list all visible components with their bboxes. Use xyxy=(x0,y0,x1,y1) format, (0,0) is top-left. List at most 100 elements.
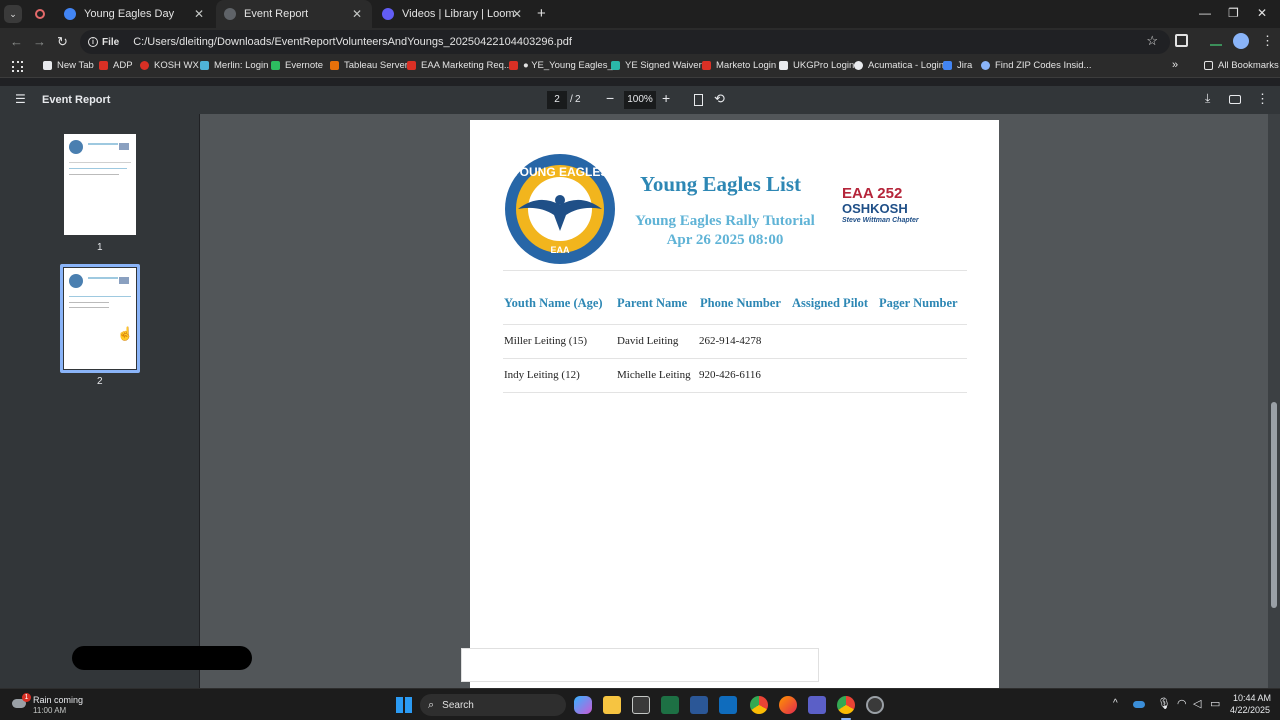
bookmark-icon xyxy=(509,61,518,70)
page-total: 2 xyxy=(575,94,581,105)
scrollbar-thumb[interactable] xyxy=(1271,402,1277,608)
tab-event-report[interactable]: Event Report ✕ xyxy=(216,0,372,28)
thumbnail-number: 2 xyxy=(97,376,103,387)
divider xyxy=(503,358,967,359)
thumbnail-line xyxy=(88,143,118,145)
site-info-chip[interactable]: i File xyxy=(88,37,119,48)
file-explorer-icon[interactable] xyxy=(603,696,621,714)
taskbar-search[interactable]: ⌕ Search xyxy=(420,694,566,716)
settings-gear-icon[interactable] xyxy=(866,696,884,714)
word-icon[interactable] xyxy=(690,696,708,714)
avatar[interactable] xyxy=(1233,33,1249,49)
bookmark-label: Merlin: Login xyxy=(214,60,269,71)
bookmark-item[interactable]: ● YE_Young Eagles_... xyxy=(509,60,621,71)
chrome-active-icon[interactable] xyxy=(837,696,855,714)
excel-icon[interactable] xyxy=(661,696,679,714)
column-header-pilot: Assigned Pilot xyxy=(792,296,869,310)
bookmark-icon xyxy=(407,61,416,70)
bookmark-item[interactable]: Jira xyxy=(943,60,972,71)
speaker-icon[interactable]: ◁ xyxy=(1193,697,1201,710)
tab-loom[interactable]: Videos | Library | Loom ✕ xyxy=(374,0,532,28)
tab-search-button[interactable]: ⌄ xyxy=(4,5,22,23)
fit-page-icon[interactable] xyxy=(694,94,703,106)
forward-icon[interactable]: → xyxy=(33,34,46,49)
close-icon[interactable]: ✕ xyxy=(194,7,204,21)
reload-icon[interactable]: ↻ xyxy=(57,34,68,50)
star-icon[interactable]: ☆ xyxy=(1146,33,1158,49)
minimize-icon[interactable]: — xyxy=(1199,6,1211,20)
weather-widget[interactable]: 1 Rain coming 11:00 AM xyxy=(10,693,100,717)
close-window-icon[interactable]: ✕ xyxy=(1257,6,1267,20)
firefox-icon[interactable] xyxy=(779,696,797,714)
bookmark-item[interactable]: ADP xyxy=(99,60,133,71)
bookmark-item[interactable]: Marketo Login xyxy=(702,60,776,71)
zoom-in-icon[interactable]: + xyxy=(662,90,670,106)
zoom-input[interactable]: 100% xyxy=(624,91,656,109)
download-icon[interactable]: ⤓ xyxy=(1205,91,1210,106)
divider xyxy=(503,270,967,271)
close-icon[interactable]: ✕ xyxy=(512,7,522,21)
clock-date[interactable]: 4/22/2025 xyxy=(1230,705,1270,715)
teams-icon[interactable] xyxy=(808,696,826,714)
chrome-icon[interactable] xyxy=(750,696,768,714)
all-bookmarks-button[interactable]: All Bookmarks xyxy=(1204,60,1279,71)
bookmark-item[interactable]: Merlin: Login xyxy=(200,60,268,71)
bookmark-item[interactable]: EAA Marketing Req... xyxy=(407,60,512,71)
rotate-icon[interactable]: ⟲ xyxy=(714,91,725,107)
column-header-youth: Youth Name (Age) xyxy=(504,296,603,310)
tab-young-eagles-day[interactable]: Young Eagles Day ✕ xyxy=(56,0,214,28)
event-date: Apr 26 2025 08:00 xyxy=(666,232,784,248)
bookmark-icon xyxy=(611,61,620,70)
weather-title: Rain coming xyxy=(33,695,84,705)
all-bookmarks-label: All Bookmarks xyxy=(1218,60,1279,71)
outlook-icon[interactable] xyxy=(719,696,737,714)
snipping-tool-icon[interactable] xyxy=(632,696,650,714)
bookmark-item[interactable]: KOSH WX xyxy=(140,60,199,71)
bookmark-label: EAA Marketing Req... xyxy=(421,60,512,71)
thumbnail-logo xyxy=(69,274,83,288)
pdf-page-2: YOUNG EAGLES EAA Young Eagles List Young… xyxy=(470,120,999,688)
bookmark-item[interactable]: YE Signed Waivers xyxy=(611,60,707,71)
battery-icon[interactable]: ▭ xyxy=(1210,697,1220,710)
recording-icon[interactable] xyxy=(35,9,45,19)
logo-text: OSHKOSH xyxy=(842,201,908,216)
thumbnail-line xyxy=(69,162,131,163)
page-thumbnail-1[interactable] xyxy=(64,134,136,235)
windows-start-icon[interactable] xyxy=(396,697,412,713)
onedrive-icon[interactable] xyxy=(1133,701,1145,708)
page-thumbnail-2[interactable] xyxy=(64,268,136,369)
menu-icon[interactable]: ⋮ xyxy=(1261,33,1274,49)
column-header-pager: Pager Number xyxy=(879,296,958,310)
bookmark-item[interactable]: Tableau Server xyxy=(330,60,408,71)
address-bar[interactable]: i File C:/Users/dleiting/Downloads/Event… xyxy=(80,30,1170,54)
bookmark-label: UKGPro Login xyxy=(793,60,855,71)
bookmark-item[interactable]: UKGPro Login xyxy=(779,60,854,71)
bookmark-item[interactable]: Find ZIP Codes Insid... xyxy=(981,60,1091,71)
restore-icon[interactable]: ❐ xyxy=(1228,6,1239,20)
wifi-icon[interactable]: ◠ xyxy=(1177,697,1187,710)
microphone-icon[interactable]: 🎙 xyxy=(1157,697,1171,710)
bookmark-item[interactable]: New Tab xyxy=(43,60,94,71)
back-icon[interactable]: ← xyxy=(10,34,23,49)
zoom-out-icon[interactable]: − xyxy=(606,90,614,106)
page-number-input[interactable]: 2 xyxy=(547,91,567,109)
new-tab-button[interactable]: + xyxy=(537,5,546,22)
hamburger-menu-icon[interactable]: ☰ xyxy=(15,92,26,106)
close-icon[interactable]: ✕ xyxy=(352,7,362,21)
bookmark-item[interactable]: Acumatica - Login xyxy=(854,60,944,71)
bookmark-item[interactable]: Evernote xyxy=(271,60,323,71)
chevron-right-icon[interactable]: » xyxy=(1172,59,1178,71)
extensions-icon[interactable] xyxy=(1175,34,1188,47)
weather-time: 11:00 AM xyxy=(33,706,67,715)
download-indicator-icon[interactable] xyxy=(1210,36,1222,46)
clock-time[interactable]: 10:44 AM xyxy=(1233,693,1271,703)
print-icon[interactable] xyxy=(1229,95,1241,104)
copilot-icon[interactable] xyxy=(574,696,592,714)
parent-name-cell: David Leiting xyxy=(617,335,679,347)
bookmark-label: Marketo Login xyxy=(716,60,777,71)
bookmark-icon xyxy=(43,61,52,70)
apps-grid-icon[interactable] xyxy=(12,61,23,72)
youth-name-cell: Miller Leiting (15) xyxy=(504,335,588,347)
chevron-up-icon[interactable]: ^ xyxy=(1113,698,1118,709)
more-options-icon[interactable]: ⋮ xyxy=(1256,91,1269,107)
